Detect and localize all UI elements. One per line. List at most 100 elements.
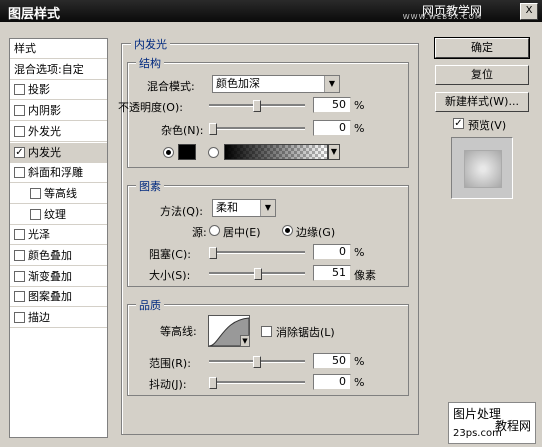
size-unit: 像素: [354, 269, 376, 282]
sidebar-item-label: 图案叠加: [28, 290, 72, 303]
watermark-url: WWW.WEB3X.COM: [402, 13, 482, 21]
sidebar-item[interactable]: 混合选项:自定: [10, 60, 107, 80]
sidebar-checkbox[interactable]: [14, 271, 25, 282]
sidebar-item-label: 光泽: [28, 228, 50, 241]
method-value: 柔和: [216, 201, 238, 214]
antialias-checkbox[interactable]: [261, 326, 272, 337]
stamp-line1: 图片处理: [453, 407, 502, 421]
glow-color-swatch[interactable]: [178, 144, 196, 160]
slider-thumb[interactable]: [209, 123, 217, 135]
sidebar-item[interactable]: 斜面和浮雕: [10, 163, 107, 183]
size-slider[interactable]: [209, 268, 305, 280]
sidebar-checkbox[interactable]: [14, 167, 25, 178]
style-preview: [451, 137, 513, 199]
sidebar-item-label: 内阴影: [28, 104, 61, 117]
sidebar-item-label: 颜色叠加: [28, 249, 72, 262]
preview-checkbox[interactable]: ✓: [453, 118, 464, 129]
size-label: 大小(S):: [149, 269, 191, 282]
sidebar-item[interactable]: 投影: [10, 80, 107, 100]
blend-mode-select[interactable]: 颜色加深 ▼: [212, 75, 340, 93]
sidebar-item-label: 混合选项:自定: [14, 63, 84, 76]
sidebar-item-label: 内发光: [28, 146, 61, 159]
sidebar-checkbox[interactable]: [30, 209, 41, 220]
source-label: 源:: [192, 226, 207, 239]
sidebar-item[interactable]: 内阴影: [10, 101, 107, 121]
opacity-slider[interactable]: [209, 100, 305, 112]
noise-input[interactable]: 0: [313, 120, 351, 136]
gradient-radio[interactable]: [208, 147, 219, 158]
opacity-input[interactable]: 50: [313, 97, 351, 113]
sidebar-item[interactable]: 纹理: [10, 205, 107, 225]
styles-header[interactable]: 样式: [10, 39, 107, 59]
slider-thumb[interactable]: [253, 356, 261, 368]
blend-mode-label: 混合模式:: [147, 80, 195, 93]
sidebar-item[interactable]: 描边: [10, 308, 107, 328]
contour-label: 等高线:: [160, 325, 197, 338]
sidebar-item-label: 等高线: [44, 187, 77, 200]
percent-sign: %: [354, 99, 365, 112]
close-button[interactable]: X: [520, 3, 538, 20]
antialias-label: 消除锯齿(L): [276, 326, 335, 339]
source-center-radio[interactable]: [209, 225, 220, 236]
percent-sign: %: [354, 122, 365, 135]
slider-thumb[interactable]: [254, 268, 262, 280]
sidebar-checkbox[interactable]: [14, 229, 25, 240]
preview-label: 预览(V): [468, 119, 507, 132]
blend-mode-value: 颜色加深: [216, 77, 260, 90]
range-input[interactable]: 50: [313, 353, 351, 369]
sidebar-checkbox[interactable]: [14, 84, 25, 95]
sidebar-item-label: 渐变叠加: [28, 270, 72, 283]
window-title: 图层样式: [8, 7, 61, 22]
sidebar-checkbox[interactable]: ✓: [14, 147, 25, 158]
sidebar-item[interactable]: 光泽: [10, 225, 107, 245]
choke-label: 阻塞(C):: [149, 248, 191, 261]
sidebar-checkbox[interactable]: [14, 105, 25, 116]
gradient-swatch[interactable]: [224, 144, 328, 160]
sidebar-item-label: 描边: [28, 311, 50, 324]
sidebar-checkbox[interactable]: [14, 126, 25, 137]
quality-title: 品质: [136, 297, 164, 313]
chevron-down-icon: ▼: [260, 200, 275, 216]
method-label: 方法(Q):: [160, 205, 203, 218]
sidebar-checkbox[interactable]: [30, 188, 41, 199]
structure-title: 结构: [136, 55, 164, 71]
title-bar: 图层样式 网页教学网 WWW.WEB3X.COM X: [0, 0, 542, 22]
method-select[interactable]: 柔和 ▼: [212, 199, 276, 217]
sidebar-item-label: 外发光: [28, 125, 61, 138]
source-edge-radio[interactable]: [282, 225, 293, 236]
new-style-button[interactable]: 新建样式(W)...: [435, 92, 529, 112]
ok-button[interactable]: 确定: [434, 37, 530, 59]
noise-slider[interactable]: [209, 123, 305, 135]
jitter-slider[interactable]: [209, 377, 305, 389]
slider-thumb[interactable]: [209, 247, 217, 259]
watermark-stamp: 图片处理 教程网 23ps.com: [448, 402, 536, 444]
slider-thumb[interactable]: [253, 100, 261, 112]
jitter-label: 抖动(J):: [149, 378, 187, 391]
inner-glow-title: 内发光: [131, 36, 170, 52]
sidebar-item-label: 投影: [28, 83, 50, 96]
sidebar-item[interactable]: ✓ 内发光: [10, 143, 107, 163]
choke-input[interactable]: 0: [313, 244, 351, 260]
chevron-down-icon: ▼: [324, 76, 339, 92]
sidebar-checkbox[interactable]: [14, 312, 25, 323]
choke-slider[interactable]: [209, 247, 305, 259]
chevron-down-icon[interactable]: ▼: [240, 335, 250, 347]
noise-label: 杂色(N):: [161, 124, 204, 137]
reset-button[interactable]: 复位: [435, 65, 529, 85]
jitter-input[interactable]: 0: [313, 374, 351, 390]
sidebar-item[interactable]: 外发光: [10, 122, 107, 142]
sidebar-item[interactable]: 颜色叠加: [10, 246, 107, 266]
chevron-down-icon[interactable]: ▼: [328, 144, 340, 160]
color-radio[interactable]: [163, 147, 174, 158]
sidebar-item-label: 纹理: [44, 208, 66, 221]
slider-thumb[interactable]: [209, 377, 217, 389]
size-input[interactable]: 51: [313, 265, 351, 281]
sidebar-checkbox[interactable]: [14, 291, 25, 302]
range-label: 范围(R):: [149, 357, 191, 370]
sidebar-item[interactable]: 图案叠加: [10, 287, 107, 307]
sidebar-item[interactable]: 等高线: [10, 184, 107, 204]
percent-sign: %: [354, 376, 365, 389]
sidebar-item[interactable]: 渐变叠加: [10, 267, 107, 287]
range-slider[interactable]: [209, 356, 305, 368]
sidebar-checkbox[interactable]: [14, 250, 25, 261]
